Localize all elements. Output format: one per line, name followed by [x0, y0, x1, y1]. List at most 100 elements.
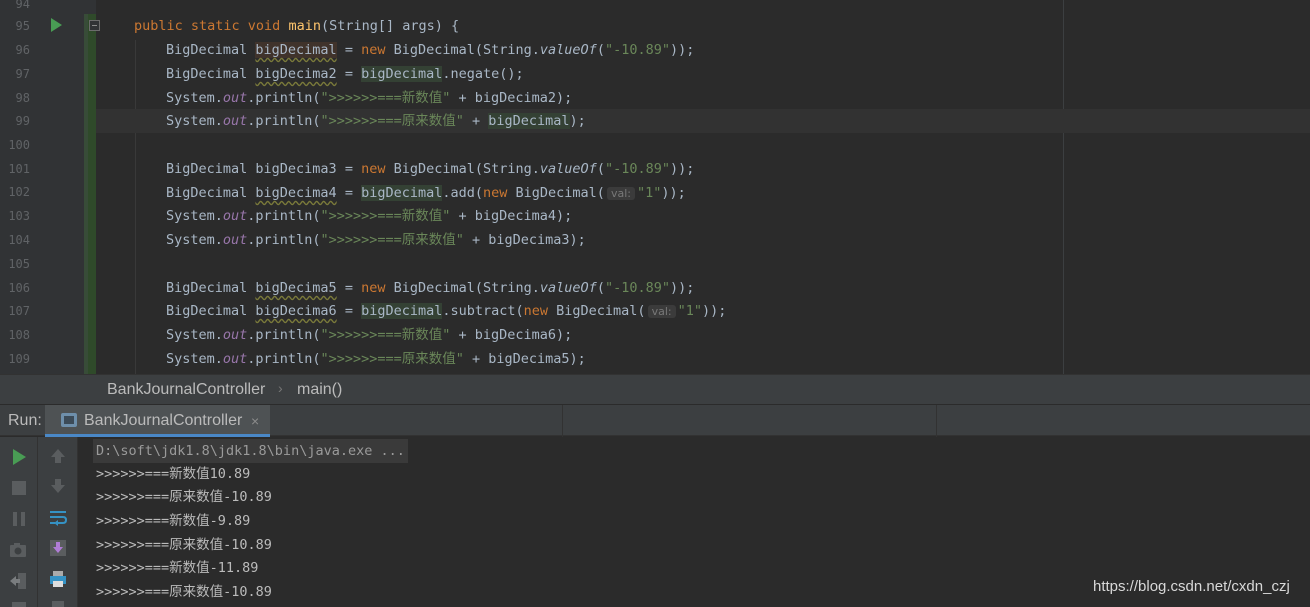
console-output-line: >>>>>>===原来数值-10.89	[96, 584, 272, 600]
code-line[interactable]: System.out.println(">>>>>>===新数值" + bigD…	[96, 204, 1310, 228]
line-number: 108	[8, 328, 30, 342]
run-toolbar-secondary	[38, 437, 78, 607]
camera-icon[interactable]	[8, 540, 28, 560]
code-text: (	[596, 42, 605, 58]
breadcrumb-separator: ›	[278, 380, 283, 396]
stop-icon[interactable]	[9, 478, 29, 498]
breadcrumb-class[interactable]: BankJournalController	[107, 381, 265, 399]
code-keyword: new	[361, 280, 386, 296]
code-line[interactable]: public static void main(String[] args) {	[96, 14, 1310, 38]
code-static-method: valueOf	[539, 161, 597, 177]
code-line[interactable]: System.out.println(">>>>>>===新数值" + bigD…	[96, 323, 1310, 347]
code-line[interactable]: System.out.println(">>>>>>===原来数值" + big…	[96, 228, 1310, 252]
console-output-line: >>>>>>===原来数值-10.89	[96, 537, 272, 553]
code-static-field: out	[222, 113, 248, 129]
code-text: =	[336, 66, 362, 82]
code-line[interactable]: BigDecimal bigDecima4 = bigDecimal.add(n…	[96, 181, 1310, 205]
code-static-field: out	[222, 351, 248, 367]
code-method-name: main	[288, 18, 321, 34]
run-main-icon[interactable]	[51, 18, 62, 32]
line-number: 107	[8, 304, 30, 318]
code-line[interactable]: BigDecimal bigDecima3 = new BigDecimal(S…	[96, 157, 1310, 181]
code-text: ));	[661, 185, 686, 201]
console-command-line[interactable]: D:\soft\jdk1.8\jdk1.8\bin\java.exe ...	[93, 439, 408, 463]
line-number: 109	[8, 352, 30, 366]
console-icon	[61, 413, 77, 427]
close-icon[interactable]: ×	[251, 413, 259, 429]
code-text: BigDecimal(String.	[385, 42, 540, 58]
code-static-field: out	[222, 208, 248, 224]
code-text: BigDecimal(String.	[385, 280, 540, 296]
code-text: (	[596, 280, 605, 296]
soft-wrap-icon[interactable]	[48, 507, 68, 527]
scroll-to-end-icon[interactable]	[48, 538, 68, 558]
code-variable: bigDecima2	[255, 66, 337, 82]
line-number: 102	[8, 185, 30, 199]
code-string: ">>>>>>===新数值"	[320, 90, 451, 106]
code-text: + bigDecima5);	[463, 351, 586, 367]
code-string: "1"	[677, 303, 702, 319]
console-output-line: >>>>>>===新数值-9.89	[96, 513, 251, 529]
up-arrow-icon[interactable]	[48, 446, 68, 466]
run-toolbar-primary	[0, 437, 38, 607]
code-line[interactable]: BigDecimal bigDecima2 = bigDecimal.negat…	[96, 62, 1310, 86]
down-arrow-icon[interactable]	[48, 476, 68, 496]
line-number: 95	[15, 19, 30, 33]
pause-icon[interactable]	[9, 509, 29, 529]
rerun-icon[interactable]	[9, 447, 29, 467]
parameter-hint: val:	[647, 305, 676, 318]
print-icon[interactable]	[48, 569, 68, 589]
console-output-line: >>>>>>===原来数值-10.89	[96, 489, 272, 505]
code-text: (	[596, 161, 605, 177]
line-number: 100	[8, 138, 30, 152]
code-text: + bigDecima6);	[450, 327, 573, 343]
code-text: +	[463, 113, 489, 129]
code-string: "-10.89"	[604, 42, 670, 58]
code-variable: bigDecima4	[255, 185, 337, 201]
code-text: .println(	[247, 208, 321, 224]
code-variable: bigDecima6	[255, 303, 337, 319]
code-text: System.	[166, 90, 223, 106]
code-string: "1"	[636, 185, 662, 201]
code-text: =	[336, 303, 362, 319]
breadcrumb-method[interactable]: main()	[297, 381, 342, 399]
trash-icon[interactable]	[48, 599, 68, 607]
code-text: =	[336, 161, 362, 177]
line-number: 105	[8, 257, 30, 271]
code-line[interactable]: BigDecimal bigDecima5 = new BigDecimal(S…	[96, 276, 1310, 300]
code-string: "-10.89"	[604, 161, 670, 177]
settings-icon[interactable]	[9, 600, 29, 607]
code-static-field: out	[222, 327, 248, 343]
run-tab-bankjournalcontroller[interactable]: BankJournalController ×	[45, 405, 270, 437]
code-text: BigDecimal	[166, 66, 256, 82]
code-line-current[interactable]: System.out.println(">>>>>>===原来数值" + big…	[96, 109, 1310, 133]
tab-divider	[936, 405, 937, 437]
code-text: .println(	[247, 351, 321, 367]
breadcrumb: BankJournalController › main()	[0, 374, 1310, 404]
code-line[interactable]: System.out.println(">>>>>>===原来数值" + big…	[96, 347, 1310, 371]
code-text: BigDecimal(String.	[385, 161, 540, 177]
exit-icon[interactable]	[8, 571, 28, 591]
code-line[interactable]: BigDecimal bigDecima6 = bigDecimal.subtr…	[96, 299, 1310, 323]
code-variable-ref: bigDecimal	[361, 303, 443, 319]
code-static-method: valueOf	[539, 42, 597, 58]
code-text: + bigDecima3);	[463, 232, 586, 248]
code-text: + bigDecima4);	[450, 208, 573, 224]
code-text: BigDecimal	[166, 185, 256, 201]
code-keyword: new	[483, 185, 508, 201]
code-text: (String[] args) {	[320, 18, 460, 34]
code-text: ));	[669, 42, 695, 58]
code-line[interactable]: BigDecimal bigDecimal = new BigDecimal(S…	[96, 38, 1310, 62]
editor-gutter: 94 95 96 97 98 99 100 101 102 103 104 10…	[0, 0, 100, 374]
code-keyword: new	[523, 303, 549, 319]
code-text: .println(	[247, 232, 321, 248]
run-tab-title: BankJournalController	[84, 412, 243, 429]
code-text: System.	[166, 327, 223, 343]
code-static-method: valueOf	[539, 280, 597, 296]
code-text: =	[336, 280, 362, 296]
code-text: + bigDecima2);	[450, 90, 573, 106]
code-line[interactable]: System.out.println(">>>>>>===新数值" + bigD…	[96, 86, 1310, 110]
code-text: System.	[166, 113, 223, 129]
code-text: ));	[669, 280, 695, 296]
code-editor[interactable]: 94 95 96 97 98 99 100 101 102 103 104 10…	[0, 0, 1310, 374]
